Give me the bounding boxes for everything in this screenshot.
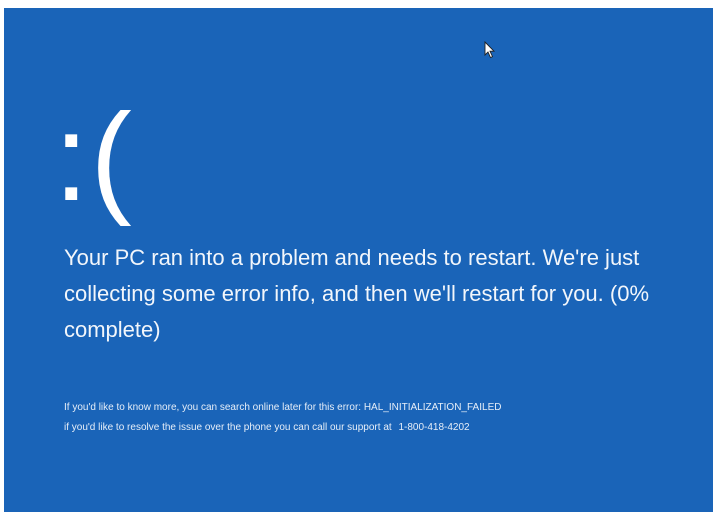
support-phone-number: 1-800-418-4202 <box>398 422 470 433</box>
search-error-line: If you'd like to know more, you can sear… <box>64 402 502 413</box>
support-phone-text: if you'd like to resolve the issue over … <box>64 422 392 433</box>
support-phone-line: if you'd like to resolve the issue over … <box>64 418 501 438</box>
error-message: Your PC ran into a problem and needs to … <box>64 245 650 342</box>
error-details: If you'd like to know more, you can sear… <box>64 398 501 438</box>
mouse-pointer-icon <box>484 41 496 59</box>
sad-face-emoticon: :( <box>54 89 134 227</box>
blue-screen-of-death: :( Your PC ran into a problem and needs … <box>4 8 713 512</box>
